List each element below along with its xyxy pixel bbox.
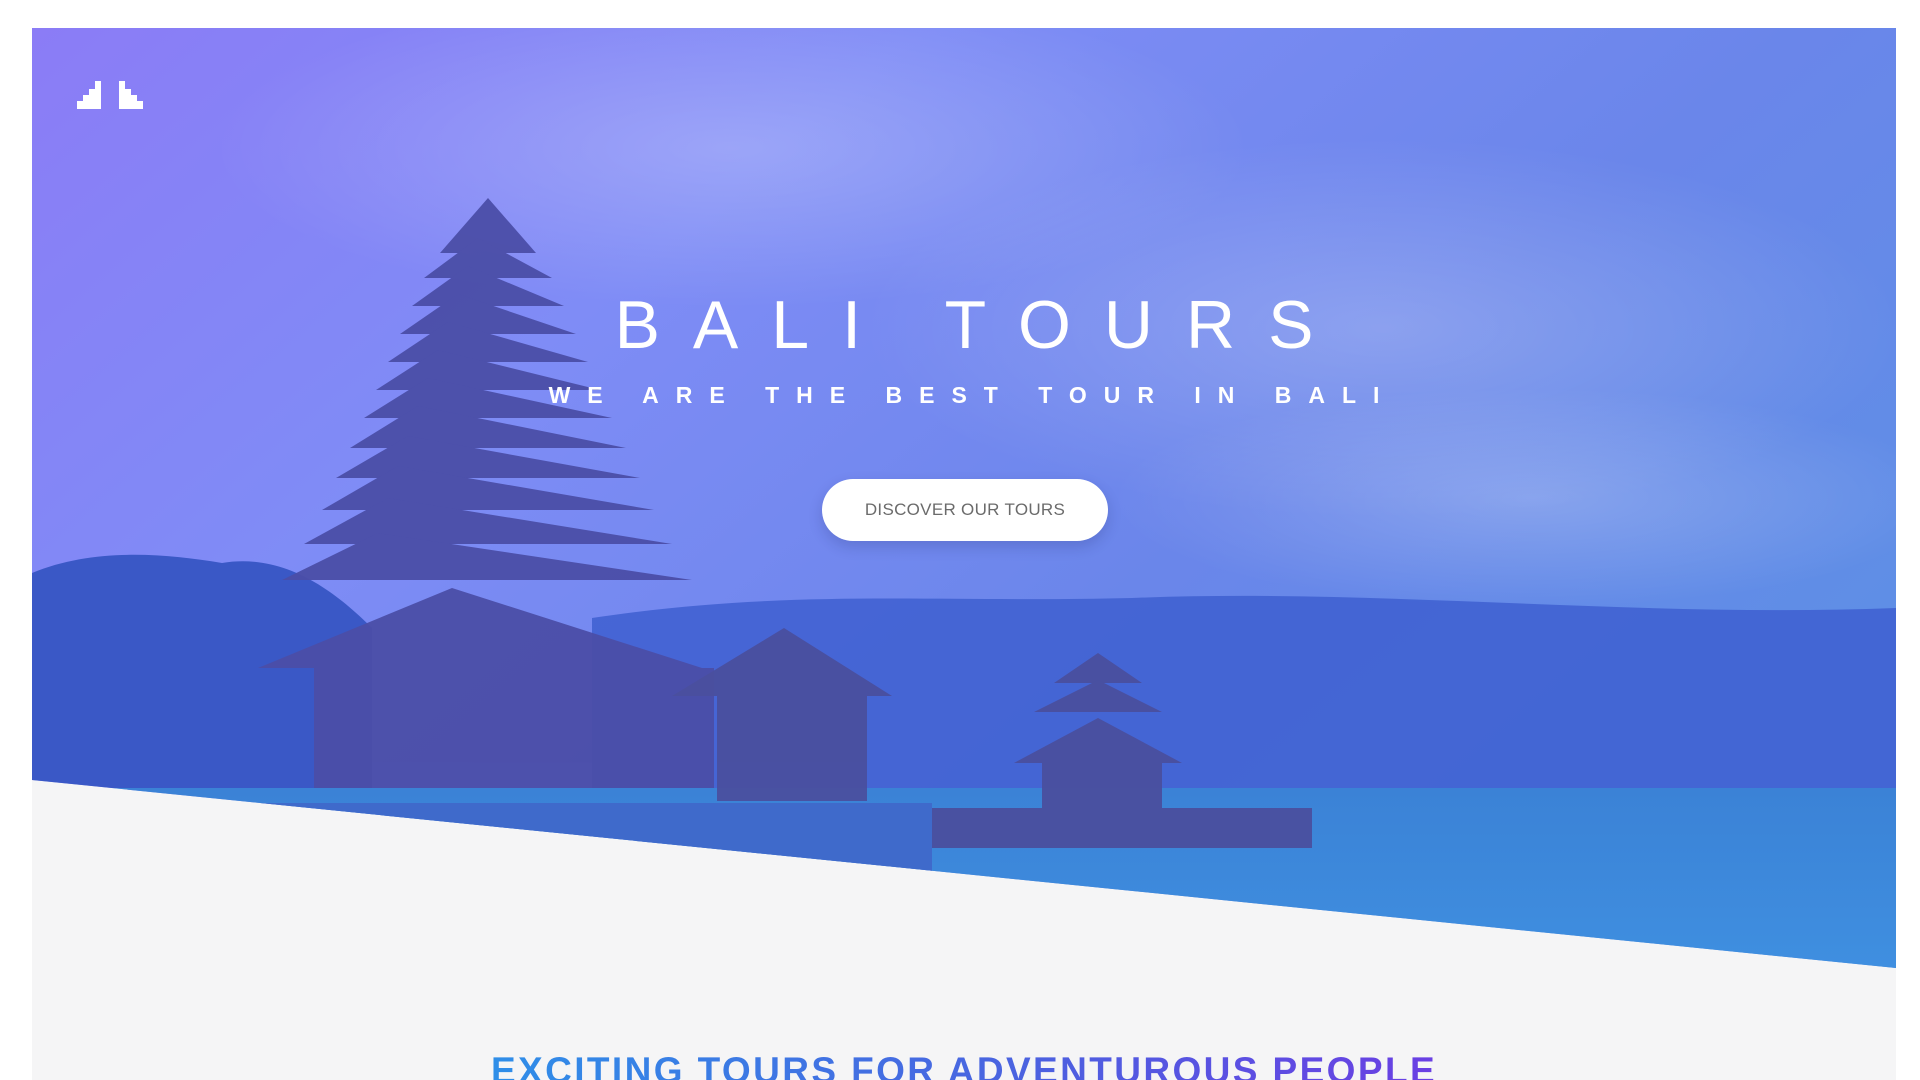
hero-section: BALI TOURS WE ARE THE BEST TOUR IN BALI … bbox=[32, 28, 1896, 968]
discover-tours-button[interactable]: DISCOVER OUR TOURS bbox=[822, 479, 1108, 541]
temple-gate-icon bbox=[77, 81, 143, 109]
hero-title: BALI TOURS bbox=[614, 287, 1347, 363]
page: BALI TOURS WE ARE THE BEST TOUR IN BALI … bbox=[32, 28, 1896, 1080]
hero-subtitle: WE ARE THE BEST TOUR IN BALI bbox=[548, 382, 1397, 408]
section-heading-text: EXCITING TOURS FOR ADVENTUROUS PEOPLE bbox=[491, 1050, 1437, 1080]
section-heading: EXCITING TOURS FOR ADVENTUROUS PEOPLE bbox=[32, 1050, 1896, 1080]
logo[interactable] bbox=[75, 71, 151, 111]
